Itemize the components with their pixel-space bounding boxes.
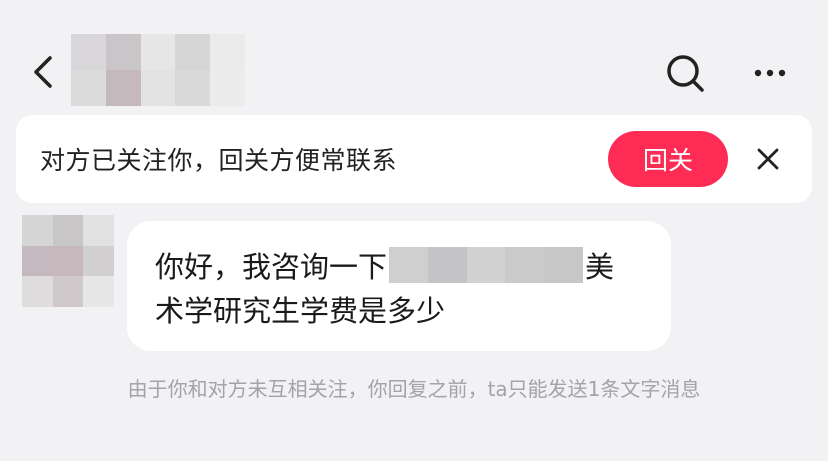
blur-tile: [210, 70, 245, 106]
blur-tile: [71, 34, 106, 70]
chat-header: [0, 0, 828, 110]
redact-tile: [389, 247, 428, 283]
avatar-blur-tile: [52, 245, 84, 277]
avatar-blur-tile: [52, 215, 84, 246]
message-line-2: 术学研究生学费是多少: [155, 294, 446, 328]
blur-tile: [105, 70, 141, 106]
redacted-text: [389, 247, 583, 283]
blur-tile: [140, 34, 176, 70]
avatar-blur-tile: [83, 215, 114, 246]
blur-tile: [71, 70, 106, 106]
contact-name-blurred: [71, 34, 245, 106]
follow-back-banner: 对方已关注你，回关方便常联系 回关: [16, 115, 812, 203]
avatar-blur-tile: [83, 245, 114, 277]
avatar-blur-tile: [22, 215, 53, 246]
avatar[interactable]: [22, 215, 114, 307]
message-text-part: 美: [585, 250, 615, 284]
close-icon: [757, 148, 779, 170]
blur-tile: [140, 70, 176, 106]
message-text-part: 你好，我咨询一下: [155, 250, 388, 284]
redact-tile: [505, 247, 545, 283]
more-options-button[interactable]: [748, 58, 792, 88]
avatar-blur-tile: [22, 245, 53, 277]
search-icon: [667, 55, 704, 92]
avatar-blur-tile: [83, 276, 114, 307]
follow-back-button[interactable]: 回关: [608, 131, 728, 187]
message-limit-notice: 由于你和对方未互相关注，你回复之前，ta只能发送1条文字消息: [127, 377, 701, 401]
blur-tile: [105, 34, 141, 70]
redact-tile: [466, 247, 506, 283]
close-banner-button[interactable]: [754, 145, 782, 173]
blur-tile: [175, 34, 211, 70]
redact-tile: [427, 247, 467, 283]
blur-tile: [210, 34, 245, 70]
follow-banner-text: 对方已关注你，回关方便常联系: [40, 146, 398, 175]
message-bubble[interactable]: 你好，我咨询一下 美 术学研究生学费是多少: [127, 221, 671, 351]
more-horizontal-icon: [754, 69, 786, 77]
search-button[interactable]: [662, 50, 708, 96]
avatar-blur-tile: [22, 276, 53, 307]
back-button[interactable]: [28, 48, 64, 96]
redact-tile: [544, 247, 583, 283]
avatar-blur-tile: [52, 276, 84, 307]
chevron-left-icon: [34, 56, 52, 88]
message-line-1: 你好，我咨询一下 美: [155, 245, 614, 285]
blur-tile: [175, 70, 211, 106]
